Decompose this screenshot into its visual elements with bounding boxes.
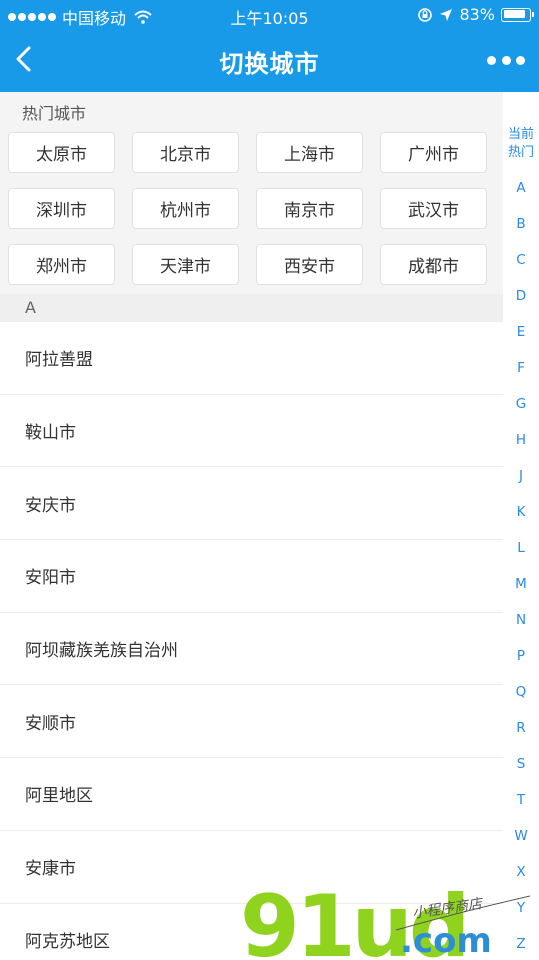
hot-city-button[interactable]: 北京市 [132,132,239,173]
more-options-icon[interactable] [487,50,525,70]
top-bar: 中国移动 上午10:05 83% 切换城市 [0,0,539,92]
index-letters: ABCDEFGHJKLMNPQRSTWXYZ [503,170,539,960]
index-letter-q[interactable]: Q [503,674,539,710]
city-list-item[interactable]: 安康市 [0,830,503,904]
hot-city-button[interactable]: 西安市 [256,244,363,285]
battery-percent: 83% [459,5,495,24]
hot-city-button[interactable]: 天津市 [132,244,239,285]
index-current-label[interactable]: 当前 [503,126,539,144]
index-letter-p[interactable]: P [503,638,539,674]
index-letter-t[interactable]: T [503,782,539,818]
alphabet-index: 当前 热门 ABCDEFGHJKLMNPQRSTWXYZ [503,126,539,960]
hot-cities-section: 热门城市 太原市 北京市 上海市 广州市 深圳市 杭州市 南京市 武汉市 郑州市… [0,92,503,294]
index-letter-s[interactable]: S [503,746,539,782]
section-letter-header: A [0,294,503,322]
status-right: 83% [417,5,534,24]
hot-cities-grid: 太原市 北京市 上海市 广州市 深圳市 杭州市 南京市 武汉市 郑州市 天津市 … [8,132,487,285]
index-letter-c[interactable]: C [503,242,539,278]
index-letter-m[interactable]: M [503,566,539,602]
battery-icon [501,7,534,22]
city-list-item[interactable]: 安阳市 [0,540,503,613]
hot-city-button[interactable]: 太原市 [8,132,115,173]
hot-city-button[interactable]: 广州市 [380,132,487,173]
index-letter-n[interactable]: N [503,602,539,638]
status-bar: 中国移动 上午10:05 83% [0,0,539,30]
hot-city-button[interactable]: 上海市 [256,132,363,173]
index-letter-h[interactable]: H [503,422,539,458]
city-list-item[interactable]: 阿坝藏族羌族自治州 [0,612,503,686]
location-arrow-icon [440,8,453,21]
index-letter-j[interactable]: J [503,458,539,494]
index-letter-z[interactable]: Z [503,926,539,960]
city-list-item[interactable]: 安顺市 [0,685,503,759]
index-letter-g[interactable]: G [503,386,539,422]
index-letter-x[interactable]: X [503,854,539,890]
city-list-item[interactable]: 阿克苏地区 [0,903,503,960]
city-list: 阿拉善盟 鞍山市 安庆市 安阳市 阿坝藏族羌族自治州 安顺市 阿里地区 安康市 … [0,322,503,960]
index-letter-e[interactable]: E [503,314,539,350]
index-hot-label[interactable]: 热门 [503,144,539,162]
hot-cities-header: 热门城市 [22,104,87,123]
city-list-item[interactable]: 阿里地区 [0,758,503,831]
hot-city-button[interactable]: 成都市 [380,244,487,285]
hot-city-button[interactable]: 南京市 [256,188,363,229]
index-letter-f[interactable]: F [503,350,539,386]
nav-bar: 切换城市 [0,30,539,92]
city-list-item[interactable]: 阿拉善盟 [0,322,503,395]
index-letter-l[interactable]: L [503,530,539,566]
hot-city-button[interactable]: 深圳市 [8,188,115,229]
rotation-lock-icon [418,7,433,22]
city-list-item[interactable]: 鞍山市 [0,394,503,468]
index-current-hot[interactable]: 当前 热门 [503,126,539,170]
hot-city-button[interactable]: 郑州市 [8,244,115,285]
index-letter-w[interactable]: W [503,818,539,854]
index-letter-b[interactable]: B [503,206,539,242]
index-letter-r[interactable]: R [503,710,539,746]
index-letter-d[interactable]: D [503,278,539,314]
index-letter-k[interactable]: K [503,494,539,530]
index-letter-y[interactable]: Y [503,890,539,926]
hot-city-button[interactable]: 武汉市 [380,188,487,229]
city-list-item[interactable]: 安庆市 [0,467,503,541]
index-letter-a[interactable]: A [503,170,539,206]
page-title: 切换城市 [219,50,320,78]
hot-city-button[interactable]: 杭州市 [132,188,239,229]
